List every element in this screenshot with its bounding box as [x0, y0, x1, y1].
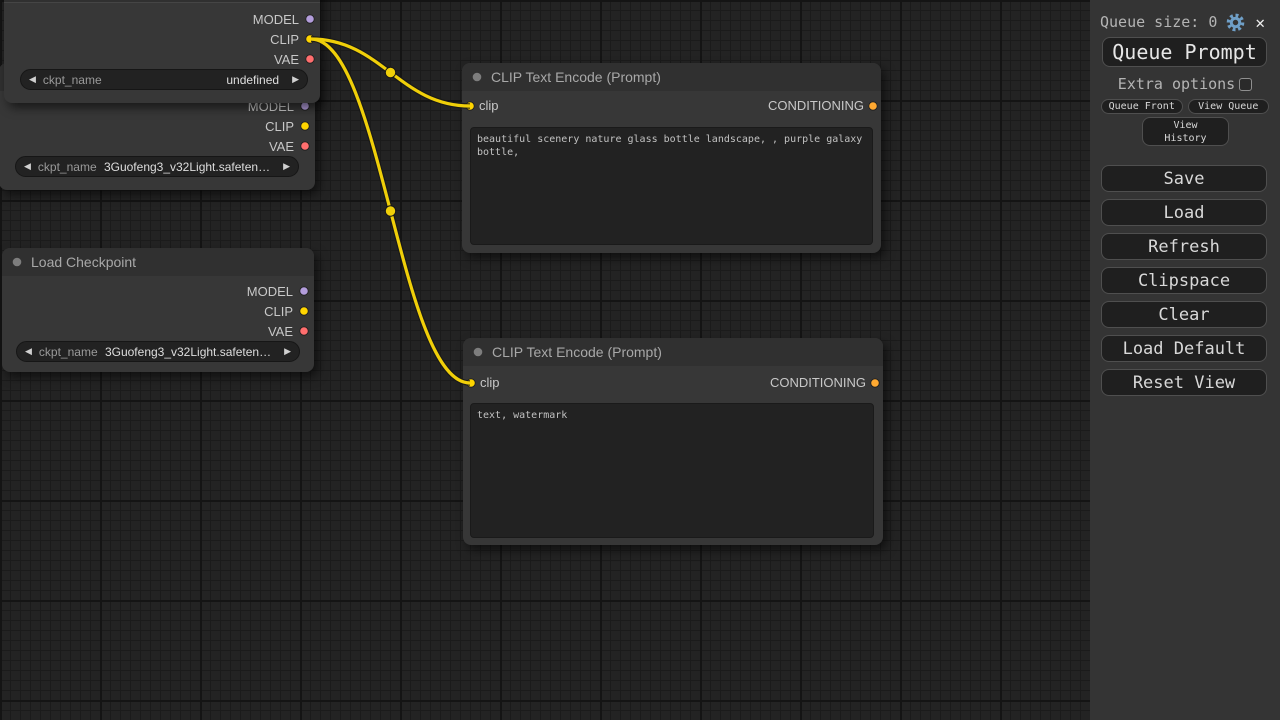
- vae-port-dot[interactable]: [300, 141, 310, 151]
- queue-prompt-button[interactable]: Queue Prompt: [1102, 37, 1267, 67]
- output-port-clip[interactable]: CLIP: [270, 29, 315, 49]
- clear-button[interactable]: Clear: [1101, 301, 1267, 328]
- link-wire-clip-negative[interactable]: [311, 39, 470, 383]
- port-label: VAE: [268, 324, 293, 339]
- output-port-vae[interactable]: VAE: [269, 136, 310, 156]
- collapse-dot-icon[interactable]: [12, 257, 22, 267]
- model-port-dot[interactable]: [305, 14, 315, 24]
- load-default-button[interactable]: Load Default: [1101, 335, 1267, 362]
- output-port-vae[interactable]: VAE: [274, 49, 315, 69]
- widget-left-arrow-icon[interactable]: ◀: [29, 75, 36, 84]
- widget-right-arrow-icon[interactable]: ▶: [283, 162, 290, 171]
- ckpt-name-widget[interactable]: ◀ ckpt_name 3Guofeng3_v32Light.safeten… …: [15, 156, 299, 177]
- prompt-textarea[interactable]: text, watermark: [470, 403, 874, 538]
- clipspace-button[interactable]: Clipspace: [1101, 267, 1267, 294]
- node-title-bar[interactable]: CLIP Text Encode (Prompt): [463, 338, 883, 366]
- port-label: MODEL: [247, 284, 293, 299]
- node-graph-canvas[interactable]: MODEL CLIP VAE ◀ ckpt_name 3Guofeng3_v32…: [0, 0, 1090, 720]
- output-port-model[interactable]: MODEL: [247, 281, 309, 301]
- conditioning-port-dot[interactable]: [868, 101, 878, 111]
- node-clip-text-encode-positive[interactable]: CLIP Text Encode (Prompt) clip CONDITION…: [462, 63, 881, 253]
- port-label: CLIP: [270, 32, 299, 47]
- widget-left-arrow-icon[interactable]: ◀: [25, 347, 32, 356]
- clip-input-label: clip: [480, 375, 500, 390]
- node-clip-text-encode-negative[interactable]: CLIP Text Encode (Prompt) clip CONDITION…: [463, 338, 883, 545]
- node-title-bar[interactable]: [4, 0, 320, 3]
- vae-port-dot[interactable]: [305, 54, 315, 64]
- view-history-button[interactable]: View History: [1142, 117, 1229, 146]
- extra-options-label: Extra options: [1118, 75, 1235, 93]
- settings-gear-icon[interactable]: [1225, 12, 1246, 33]
- node-load-checkpoint[interactable]: Load Checkpoint MODEL CLIP VAE ◀ ckpt_na…: [2, 248, 314, 372]
- output-port-model[interactable]: MODEL: [253, 9, 315, 29]
- view-queue-button[interactable]: View Queue: [1188, 99, 1270, 114]
- widget-label: ckpt_name: [38, 160, 97, 174]
- output-port-clip[interactable]: CLIP: [265, 116, 310, 136]
- close-menu-icon[interactable]: ✕: [1255, 13, 1265, 32]
- link-wire-shadow: [311, 39, 470, 383]
- load-button[interactable]: Load: [1101, 199, 1267, 226]
- widget-value: 3Guofeng3_v32Light.safeten…: [105, 345, 271, 359]
- port-label: CLIP: [265, 119, 294, 134]
- node-checkpoint-partial-top[interactable]: MODEL CLIP VAE ◀ ckpt_name undefined ▶: [4, 0, 320, 103]
- widget-value: undefined: [226, 73, 279, 87]
- widget-left-arrow-icon[interactable]: ◀: [24, 162, 31, 171]
- clip-input-port-dot[interactable]: [465, 101, 475, 111]
- node-title: CLIP Text Encode (Prompt): [492, 344, 662, 360]
- vae-port-dot[interactable]: [299, 326, 309, 336]
- ckpt-name-widget[interactable]: ◀ ckpt_name undefined ▶: [20, 69, 308, 90]
- comfy-menu-panel: Queue size: 0 ✕ Queue Prompt Extra optio…: [1090, 0, 1280, 720]
- queue-size-label: Queue size:: [1100, 13, 1199, 31]
- model-port-dot[interactable]: [299, 286, 309, 296]
- widget-value: 3Guofeng3_v32Light.safeten…: [104, 160, 270, 174]
- clip-port-dot[interactable]: [300, 121, 310, 131]
- ckpt-name-widget[interactable]: ◀ ckpt_name 3Guofeng3_v32Light.safeten… …: [16, 341, 300, 362]
- queue-front-button[interactable]: Queue Front: [1101, 99, 1183, 114]
- widget-label: ckpt_name: [43, 73, 102, 87]
- clip-port-dot[interactable]: [305, 34, 315, 44]
- link-midpoint-dot[interactable]: [385, 206, 395, 216]
- node-title-bar[interactable]: Load Checkpoint: [2, 248, 314, 276]
- widget-label: ckpt_name: [39, 345, 98, 359]
- collapse-dot-icon[interactable]: [472, 72, 482, 82]
- output-port-vae[interactable]: VAE: [268, 321, 309, 341]
- port-label: CLIP: [264, 304, 293, 319]
- prompt-textarea[interactable]: beautiful scenery nature glass bottle la…: [470, 127, 873, 245]
- port-label: VAE: [269, 139, 294, 154]
- port-label: MODEL: [253, 12, 299, 27]
- refresh-button[interactable]: Refresh: [1101, 233, 1267, 260]
- conditioning-port-dot[interactable]: [870, 378, 880, 388]
- node-title: CLIP Text Encode (Prompt): [491, 69, 661, 85]
- port-label: VAE: [274, 52, 299, 67]
- queue-size-value: 0: [1208, 13, 1217, 31]
- clip-input-port-dot[interactable]: [466, 378, 476, 388]
- conditioning-output-label: CONDITIONING: [768, 98, 864, 113]
- save-button[interactable]: Save: [1101, 165, 1267, 192]
- link-wire-clip-positive[interactable]: [311, 39, 470, 106]
- clip-port-dot[interactable]: [299, 306, 309, 316]
- extra-options-checkbox[interactable]: [1239, 78, 1252, 91]
- output-port-clip[interactable]: CLIP: [264, 301, 309, 321]
- widget-right-arrow-icon[interactable]: ▶: [284, 347, 291, 356]
- link-midpoint-dot[interactable]: [385, 67, 395, 77]
- clip-input-label: clip: [479, 98, 499, 113]
- conditioning-output-label: CONDITIONING: [770, 375, 866, 390]
- link-wire-shadow: [311, 39, 470, 106]
- widget-right-arrow-icon[interactable]: ▶: [292, 75, 299, 84]
- reset-view-button[interactable]: Reset View: [1101, 369, 1267, 396]
- collapse-dot-icon[interactable]: [473, 347, 483, 357]
- node-title: Load Checkpoint: [31, 254, 136, 270]
- node-title-bar[interactable]: CLIP Text Encode (Prompt): [462, 63, 881, 91]
